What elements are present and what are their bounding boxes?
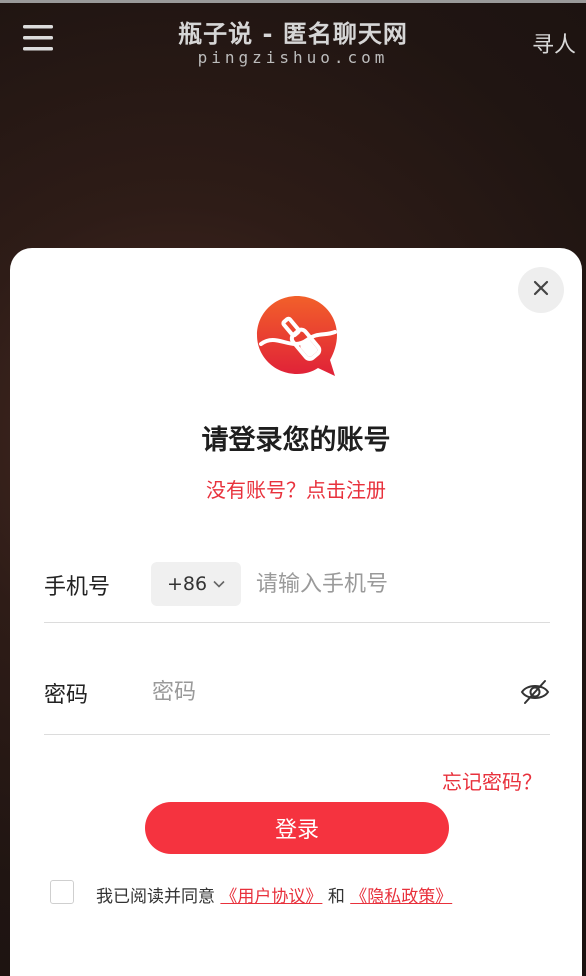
password-input[interactable] — [152, 674, 502, 710]
site-title: 瓶子说 - 匿名聊天网 — [178, 20, 408, 48]
close-button[interactable] — [518, 267, 564, 313]
bottle-logo-icon — [253, 292, 341, 380]
site-domain: pingzishuo.com — [197, 48, 389, 67]
country-code-select[interactable]: +86 — [151, 562, 241, 606]
forgot-password-link[interactable]: 忘记密码？ — [442, 766, 542, 795]
header: 瓶子说 - 匿名聊天网 pingzishuo.com 寻人 — [0, 0, 586, 80]
phone-input[interactable] — [256, 566, 546, 602]
phone-label: 手机号 — [44, 575, 111, 600]
find-people-link[interactable]: 寻人 — [532, 27, 576, 59]
password-divider — [44, 734, 550, 735]
password-label: 密码 — [44, 683, 89, 708]
agreement-text: 我已阅读并同意 《用户协议》 和 《隐私政策》 — [96, 882, 452, 907]
login-title: 请登录您的账号 — [201, 425, 391, 456]
phone-divider — [44, 622, 550, 623]
close-icon — [532, 279, 550, 301]
agreement-and: 和 — [327, 887, 345, 907]
agreement-prefix: 我已阅读并同意 — [96, 887, 215, 907]
user-agreement-link[interactable]: 《用户协议》 — [220, 887, 322, 907]
country-code-value: +86 — [166, 573, 208, 595]
register-link[interactable]: 没有账号？点击注册 — [10, 474, 582, 503]
privacy-policy-link[interactable]: 《隐私政策》 — [350, 887, 452, 907]
chevron-down-icon — [213, 580, 225, 588]
login-modal: 请登录您的账号 没有账号？点击注册 手机号 +86 密码 忘记密码？ 登录 我已… — [10, 248, 582, 976]
login-button[interactable]: 登录 — [145, 802, 449, 854]
eye-off-icon — [519, 680, 551, 710]
toggle-password-visibility-button[interactable] — [519, 678, 551, 706]
agreement-checkbox[interactable] — [50, 880, 74, 904]
